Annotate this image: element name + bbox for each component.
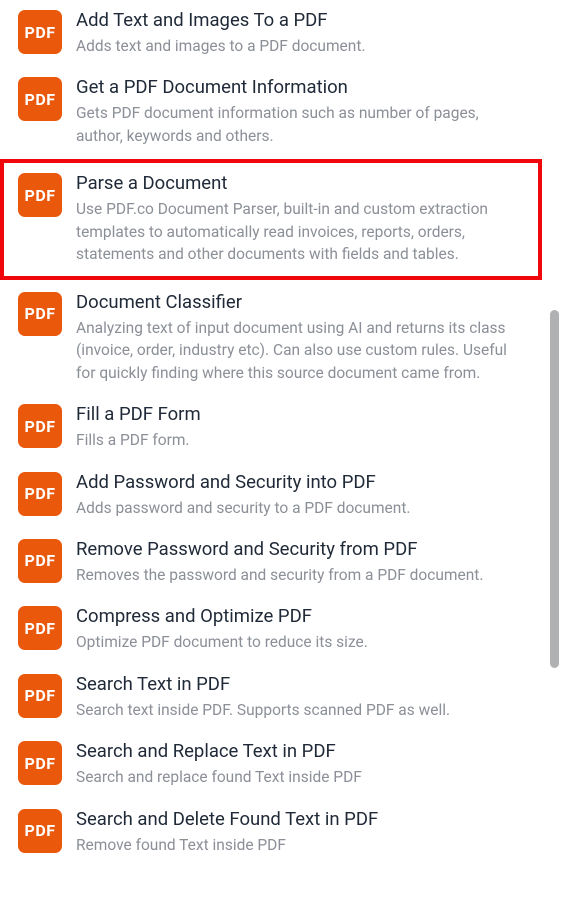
item-title: Compress and Optimize PDF (76, 604, 528, 629)
pdf-icon: PDF (18, 173, 62, 217)
item-description: Search and replace found Text inside PDF (76, 766, 528, 788)
list-item[interactable]: PDF Compress and Optimize PDFOptimize PDF… (0, 596, 542, 663)
item-title: Document Classifier (76, 290, 528, 315)
pdf-icon-label: PDF (25, 619, 56, 638)
scrollbar-thumb[interactable] (550, 310, 559, 668)
item-title: Remove Password and Security from PDF (76, 537, 528, 562)
list-item[interactable]: PDF Search Text in PDFSearch text inside … (0, 664, 542, 731)
item-title: Search Text in PDF (76, 672, 528, 697)
item-text: Remove Password and Security from PDFRem… (76, 537, 528, 586)
pdf-icon-label: PDF (25, 686, 56, 705)
pdf-icon: PDF (18, 606, 62, 650)
item-description: Search text inside PDF. Supports scanned… (76, 699, 528, 721)
list-item[interactable]: PDF Parse a DocumentUse PDF.co Document P… (0, 159, 542, 279)
item-description: Removes the password and security from a… (76, 564, 528, 586)
list-item[interactable]: PDF Search and Delete Found Text in PDFRe… (0, 799, 542, 866)
list-item[interactable]: PDF Fill a PDF FormFills a PDF form. (0, 394, 542, 461)
pdf-icon: PDF (18, 472, 62, 516)
item-title: Get a PDF Document Information (76, 75, 528, 100)
item-text: Search Text in PDFSearch text inside PDF… (76, 672, 528, 721)
pdf-icon: PDF (18, 674, 62, 718)
item-text: Fill a PDF FormFills a PDF form. (76, 402, 528, 451)
pdf-icon-label: PDF (25, 821, 56, 840)
pdf-icon: PDF (18, 539, 62, 583)
pdf-icon-label: PDF (25, 186, 56, 205)
pdf-icon-label: PDF (25, 754, 56, 773)
list-item[interactable]: PDF Search and Replace Text in PDFSearch … (0, 731, 542, 798)
list-item[interactable]: PDF Add Password and Security into PDFAdd… (0, 462, 542, 529)
list-item[interactable]: PDF Add Text and Images To a PDFAdds text… (0, 0, 542, 67)
pdf-icon: PDF (18, 809, 62, 853)
pdf-icon: PDF (18, 292, 62, 336)
item-text: Search and Replace Text in PDFSearch and… (76, 739, 528, 788)
item-title: Add Text and Images To a PDF (76, 8, 528, 33)
item-description: Optimize PDF document to reduce its size… (76, 631, 528, 653)
item-text: Add Password and Security into PDFAdds p… (76, 470, 528, 519)
list-item[interactable]: PDF Get a PDF Document InformationGets PD… (0, 67, 542, 157)
action-list[interactable]: PDF Add Text and Images To a PDFAdds text… (0, 0, 542, 907)
list-item[interactable]: PDF Document ClassifierAnalyzing text of … (0, 282, 542, 394)
pdf-icon: PDF (18, 10, 62, 54)
pdf-icon-label: PDF (25, 551, 56, 570)
item-description: Gets PDF document information such as nu… (76, 102, 528, 147)
item-text: Parse a DocumentUse PDF.co Document Pars… (76, 171, 528, 265)
item-description: Fills a PDF form. (76, 429, 528, 451)
item-title: Add Password and Security into PDF (76, 470, 528, 495)
item-description: Remove found Text inside PDF (76, 834, 528, 856)
item-description: Adds text and images to a PDF document. (76, 35, 528, 57)
item-text: Compress and Optimize PDFOptimize PDF do… (76, 604, 528, 653)
item-text: Add Text and Images To a PDFAdds text an… (76, 8, 528, 57)
item-text: Document ClassifierAnalyzing text of inp… (76, 290, 528, 384)
pdf-icon-label: PDF (25, 23, 56, 42)
item-title: Search and Replace Text in PDF (76, 739, 528, 764)
pdf-icon-label: PDF (25, 417, 56, 436)
pdf-icon-label: PDF (25, 484, 56, 503)
pdf-icon: PDF (18, 741, 62, 785)
list-item[interactable]: PDF Remove Password and Security from PDF… (0, 529, 542, 596)
pdf-icon-label: PDF (25, 304, 56, 323)
scrollbar-track (550, 0, 559, 907)
item-title: Search and Delete Found Text in PDF (76, 807, 528, 832)
item-title: Fill a PDF Form (76, 402, 528, 427)
item-title: Parse a Document (76, 171, 528, 196)
pdf-icon: PDF (18, 77, 62, 121)
pdf-icon-label: PDF (25, 90, 56, 109)
item-description: Adds password and security to a PDF docu… (76, 497, 528, 519)
pdf-icon: PDF (18, 404, 62, 448)
item-description: Analyzing text of input document using A… (76, 317, 528, 384)
item-text: Get a PDF Document InformationGets PDF d… (76, 75, 528, 147)
item-description: Use PDF.co Document Parser, built-in and… (76, 198, 528, 265)
item-text: Search and Delete Found Text in PDFRemov… (76, 807, 528, 856)
